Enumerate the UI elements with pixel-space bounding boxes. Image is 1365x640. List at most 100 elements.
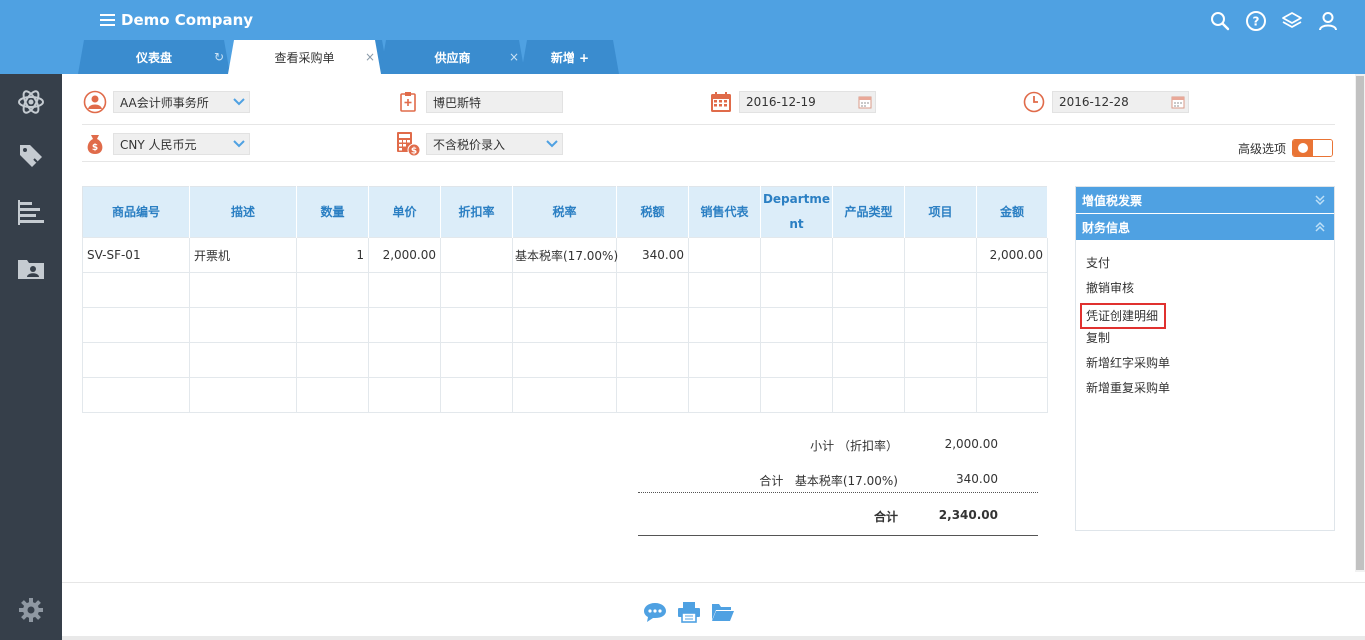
table-row[interactable]: SV-SF-01 开票机 1 2,000.00 基本税率(17.00%) 340… <box>82 237 1048 273</box>
double-chevron-down-icon[interactable] <box>1314 194 1326 206</box>
contact-field: 博巴斯特 <box>395 91 563 113</box>
company-name: Demo Company <box>121 11 254 29</box>
supplier-select[interactable]: AA会计师事务所 <box>113 91 250 113</box>
table-cell[interactable] <box>904 237 977 273</box>
col-header[interactable]: 折扣率 <box>440 186 513 238</box>
calculator-icon: $ <box>395 131 421 157</box>
chevron-down-icon[interactable] <box>546 138 558 150</box>
chevron-down-icon[interactable] <box>233 96 245 108</box>
due-date-input[interactable]: 2016-12-28 <box>1052 91 1189 113</box>
col-header[interactable]: 销售代表 <box>688 186 761 238</box>
line-items-table: 商品编号 描述 数量 单价 折扣率 税率 税额 销售代表 Department … <box>82 186 1048 413</box>
vertical-scrollbar[interactable] <box>1355 74 1365 572</box>
close-icon[interactable]: × <box>509 50 519 64</box>
action-revoke-review[interactable]: 撤销审核 <box>1086 278 1334 303</box>
table-cell[interactable]: 开票机 <box>189 237 297 273</box>
contacts-folder-icon[interactable] <box>15 252 47 284</box>
advanced-options: 高级选项 <box>1238 139 1333 157</box>
table-cell[interactable]: SV-SF-01 <box>82 237 190 273</box>
advanced-options-label: 高级选项 <box>1237 141 1286 156</box>
table-row-empty[interactable] <box>82 307 1048 343</box>
tab-dashboard[interactable]: 仪表盘 ↻ <box>78 40 230 74</box>
table-cell[interactable]: 2,000.00 <box>976 237 1048 273</box>
atom-icon[interactable] <box>15 86 47 118</box>
col-header[interactable]: 金额 <box>976 186 1048 238</box>
col-header[interactable]: 商品编号 <box>82 186 190 238</box>
refresh-icon[interactable]: ↻ <box>214 50 224 64</box>
advanced-options-toggle[interactable] <box>1292 139 1333 157</box>
svg-text:$: $ <box>411 147 417 157</box>
folder-open-icon[interactable] <box>711 601 735 623</box>
table-cell[interactable] <box>688 237 761 273</box>
total-label: 合计 <box>873 510 898 524</box>
clock-icon <box>1021 89 1047 115</box>
col-header[interactable]: 税率 <box>512 186 617 238</box>
layers-icon[interactable] <box>1281 10 1303 32</box>
total-row: 合计 2,340.00 <box>638 501 1038 536</box>
tax-mode-field: $ 不含税价录入 <box>395 131 563 157</box>
action-new-red-purchase[interactable]: 新增红字采购单 <box>1086 353 1334 378</box>
table-row-empty[interactable] <box>82 272 1048 308</box>
brand[interactable]: Demo Company <box>100 11 253 29</box>
table-cell[interactable] <box>832 237 905 273</box>
date-input[interactable]: 2016-12-19 <box>739 91 876 113</box>
table-row-empty[interactable] <box>82 342 1048 378</box>
col-header[interactable]: Department <box>760 186 833 238</box>
table-cell[interactable] <box>440 237 513 273</box>
person-icon <box>82 89 108 115</box>
due-date-field: 2016-12-28 <box>1021 91 1189 113</box>
chevron-down-icon[interactable] <box>233 138 245 150</box>
money-bag-icon: $ <box>82 131 108 157</box>
action-copy[interactable]: 复制 <box>1086 328 1334 353</box>
user-icon[interactable] <box>1317 10 1339 32</box>
table-row-empty[interactable] <box>82 377 1048 413</box>
supplier-field: AA会计师事务所 <box>82 89 250 115</box>
col-header[interactable]: 单价 <box>368 186 441 238</box>
action-payment[interactable]: 支付 <box>1086 253 1334 278</box>
double-chevron-up-icon[interactable] <box>1314 221 1326 233</box>
calendar-picker-icon[interactable] <box>857 94 873 110</box>
svg-text:$: $ <box>92 143 98 153</box>
svg-text:?: ? <box>1253 15 1260 29</box>
contact-card-icon <box>395 89 421 115</box>
subtotal-label: 小计 （折扣率） <box>810 439 898 453</box>
tab-add-new[interactable]: 新增 + <box>521 40 619 74</box>
tax-row: 合计 基本税率(17.00%) 340.00 <box>638 465 1038 493</box>
finance-actions: 支付 撤销审核 凭证创建明细 复制 新增红字采购单 新增重复采购单 <box>1076 241 1334 403</box>
table-cell[interactable]: 基本税率(17.00%) <box>512 237 618 273</box>
col-header[interactable]: 数量 <box>296 186 369 238</box>
comment-icon[interactable] <box>643 601 667 623</box>
total-value: 2,340.00 <box>938 508 998 522</box>
col-header[interactable]: 描述 <box>189 186 297 238</box>
hamburger-menu-icon[interactable] <box>100 14 115 26</box>
tags-icon[interactable] <box>15 140 47 172</box>
vat-invoice-header[interactable]: 增值税发票 <box>1076 187 1334 214</box>
table-cell[interactable]: 2,000.00 <box>368 237 441 273</box>
col-header[interactable]: 项目 <box>904 186 977 238</box>
right-panel: 增值税发票 财务信息 支付 撤销审核 凭证创建明细 复制 新增红字采购单 新增重… <box>1075 186 1335 531</box>
tab-supplier-bg[interactable]: 供应商 × <box>380 40 525 74</box>
contact-input[interactable]: 博巴斯特 <box>426 91 563 113</box>
gear-icon[interactable] <box>15 594 47 626</box>
search-icon[interactable] <box>1209 10 1231 32</box>
col-header[interactable]: 税额 <box>616 186 689 238</box>
tab-supplier-label: 供应商 <box>434 50 471 65</box>
table-cell[interactable]: 340.00 <box>616 237 689 273</box>
date-field: 2016-12-19 <box>708 91 876 113</box>
help-icon[interactable]: ? <box>1245 10 1267 32</box>
calendar-picker-icon[interactable] <box>1170 94 1186 110</box>
currency-select[interactable]: CNY 人民币元 <box>113 133 250 155</box>
table-cell[interactable]: 1 <box>296 237 369 273</box>
bottom-strip <box>62 636 1365 640</box>
action-new-repeat-purchase[interactable]: 新增重复采购单 <box>1086 378 1334 403</box>
table-header-row: 商品编号 描述 数量 单价 折扣率 税率 税额 销售代表 Department … <box>82 186 1048 238</box>
action-voucher-details[interactable]: 凭证创建明细 <box>1080 303 1334 329</box>
tax-mode-select[interactable]: 不含税价录入 <box>426 133 563 155</box>
finance-info-header[interactable]: 财务信息 <box>1076 214 1334 241</box>
bar-chart-icon[interactable] <box>15 196 47 228</box>
close-icon[interactable]: × <box>365 50 375 64</box>
table-cell[interactable] <box>760 237 833 273</box>
print-icon[interactable] <box>677 601 701 623</box>
sidebar <box>0 74 62 640</box>
col-header[interactable]: 产品类型 <box>832 186 905 238</box>
